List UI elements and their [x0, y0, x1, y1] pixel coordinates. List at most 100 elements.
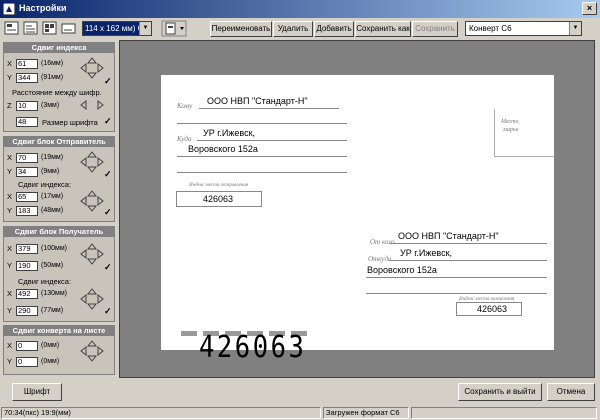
direction-arrows-icon[interactable]	[80, 190, 104, 212]
address-line	[366, 293, 547, 294]
recipient-x-input[interactable]: 379	[16, 244, 38, 254]
address-line	[177, 123, 347, 124]
address-line	[366, 277, 547, 278]
apply-check-icon[interactable]: ✓	[104, 116, 112, 127]
envelope-icon[interactable]	[60, 20, 78, 37]
from-where-line2[interactable]: Воровского 152а	[367, 265, 437, 275]
print-preview-icon[interactable]	[161, 20, 187, 37]
recipient-block-header: Сдвиг блок Получатель	[4, 227, 114, 237]
sender-index-box[interactable]: 426063	[176, 191, 262, 207]
status-bar: 70:34(пкс) 19:9(мм) Загружен формат С6	[0, 406, 600, 420]
apply-check-icon[interactable]: ✓	[104, 262, 112, 273]
save-and-exit-button[interactable]: Сохранить и выйти	[458, 383, 542, 401]
index-spacing-input[interactable]: 10	[16, 101, 38, 111]
apply-check-icon[interactable]: ✓	[104, 306, 112, 317]
address-line	[177, 172, 347, 173]
rename-button[interactable]: Переименовать	[210, 21, 272, 37]
recipient-index-x-input[interactable]: 492	[16, 289, 38, 299]
direction-arrows-icon[interactable]	[80, 57, 104, 79]
save-as-button[interactable]: Сохранить как	[355, 21, 411, 37]
sheet-y-input[interactable]: 0	[16, 357, 38, 367]
index-shift-group: Сдвиг индекса X 61 (16мм) Y 344 (91мм) ✓…	[3, 42, 115, 132]
cancel-button[interactable]: Отмена	[547, 383, 595, 401]
format-select[interactable]: Конверт С6 ▼	[465, 21, 582, 36]
to-line	[199, 108, 339, 109]
sender-block-group: Сдвиг блок Отправитель X 70 (19мм) Y 34 …	[3, 136, 115, 222]
recipient-index-x-unit: (130мм)	[41, 290, 67, 297]
toolbar: 114 x 162 мм) С6 ▼ Переименовать Удалить…	[0, 18, 600, 40]
sender-index-x-unit: (17мм)	[41, 193, 64, 200]
sender-index-value: 426063	[203, 194, 234, 204]
recipient-index-y-input[interactable]: 290	[16, 306, 38, 316]
template-icon[interactable]	[3, 20, 21, 37]
chevron-down-icon[interactable]: ▼	[569, 22, 581, 35]
status-coords: 70:34(пкс) 19:9(мм)	[1, 407, 321, 419]
dest-index-box[interactable]: 426063	[456, 302, 522, 316]
sender-x-input[interactable]: 70	[16, 153, 38, 163]
sender-index-label: Сдвиг индекса:	[18, 180, 72, 189]
index-x-input[interactable]: 61	[16, 59, 38, 69]
direction-arrows-icon[interactable]	[80, 243, 104, 265]
sheet-shift-group: Сдвиг конверта на листе X 0 (0мм) Y 0 (0…	[3, 325, 115, 375]
settings-panel: Сдвиг индекса X 61 (16мм) Y 344 (91мм) ✓…	[0, 40, 118, 378]
x-label: X	[7, 289, 13, 298]
apply-check-icon[interactable]: ✓	[104, 169, 112, 180]
direction-arrows-icon[interactable]	[80, 151, 104, 173]
sender-x-unit: (19мм)	[41, 154, 64, 161]
stamp-label-1: Место	[501, 119, 519, 125]
address-line	[177, 156, 347, 157]
sender-y-input[interactable]: 34	[16, 167, 38, 177]
add-button[interactable]: Добавить	[314, 21, 354, 37]
sender-index-y-input[interactable]: 183	[16, 206, 38, 216]
sheet-x-input[interactable]: 0	[16, 341, 38, 351]
direction-arrows-icon[interactable]	[80, 288, 104, 310]
close-button[interactable]: ×	[582, 2, 597, 15]
title-bar: Настройки ×	[0, 0, 600, 18]
index-x-unit: (16мм)	[41, 60, 64, 67]
from-where-line1[interactable]: УР г.Ижевск,	[400, 248, 452, 258]
y-label: Y	[7, 73, 13, 82]
x-label: X	[7, 153, 13, 162]
chevron-down-icon[interactable]: ▼	[139, 22, 151, 35]
spacing-label: Расстояние между шифр.	[12, 88, 102, 97]
settings-app-icon	[3, 3, 15, 15]
x-label: X	[7, 341, 13, 350]
address-line	[197, 140, 347, 141]
grid-icon[interactable]	[41, 20, 59, 37]
where-line2[interactable]: Воровского 152а	[188, 144, 258, 154]
font-size-input[interactable]: 48	[16, 117, 38, 127]
where-line1[interactable]: УР г.Ижевск,	[203, 128, 255, 138]
apply-check-icon[interactable]: ✓	[104, 76, 112, 87]
from-value[interactable]: ООО НВП "Стандарт-Н"	[398, 231, 499, 241]
save-button[interactable]: Сохранить	[412, 21, 458, 37]
recipient-y-input[interactable]: 190	[16, 261, 38, 271]
preview-canvas[interactable]: Кому ООО НВП "Стандарт-Н" Куда УР г.Ижев…	[119, 40, 595, 378]
format-select-value: Конверт С6	[469, 24, 512, 33]
sender-index-x-input[interactable]: 65	[16, 192, 38, 202]
status-message: Загружен формат С6	[323, 407, 409, 419]
direction-arrows-icon[interactable]	[80, 340, 104, 362]
sheet-x-unit: (0мм)	[41, 342, 60, 349]
envelope-preview[interactable]: Кому ООО НВП "Стандарт-Н" Куда УР г.Ижев…	[161, 75, 554, 363]
sender-index-y-unit: (48мм)	[41, 207, 64, 214]
z-label: Z	[7, 101, 12, 110]
address-line	[389, 260, 547, 261]
delete-button[interactable]: Удалить	[273, 21, 313, 37]
recipient-index-y-unit: (77мм)	[41, 307, 64, 314]
stamp-label-2: марки	[503, 127, 519, 133]
apply-check-icon[interactable]: ✓	[104, 207, 112, 218]
left-right-arrows-icon[interactable]	[80, 98, 104, 112]
y-label: Y	[7, 357, 13, 366]
font-button[interactable]: Шрифт	[12, 383, 62, 401]
layout-icon[interactable]	[22, 20, 40, 37]
where-label: Куда	[177, 135, 192, 143]
y-label: Y	[7, 306, 13, 315]
sender-index-caption: Индекс места отправления	[189, 183, 249, 188]
from-label: От кого	[370, 238, 395, 246]
to-value[interactable]: ООО НВП "Стандарт-Н"	[207, 96, 308, 106]
bottom-bar: Шрифт Сохранить и выйти Отмена	[0, 378, 600, 406]
index-y-input[interactable]: 344	[16, 73, 38, 83]
recipient-x-unit: (100мм)	[41, 245, 67, 252]
index-spacing-unit: (3мм)	[41, 102, 60, 109]
envelope-size-select[interactable]: 114 x 162 мм) С6 ▼	[82, 21, 152, 36]
